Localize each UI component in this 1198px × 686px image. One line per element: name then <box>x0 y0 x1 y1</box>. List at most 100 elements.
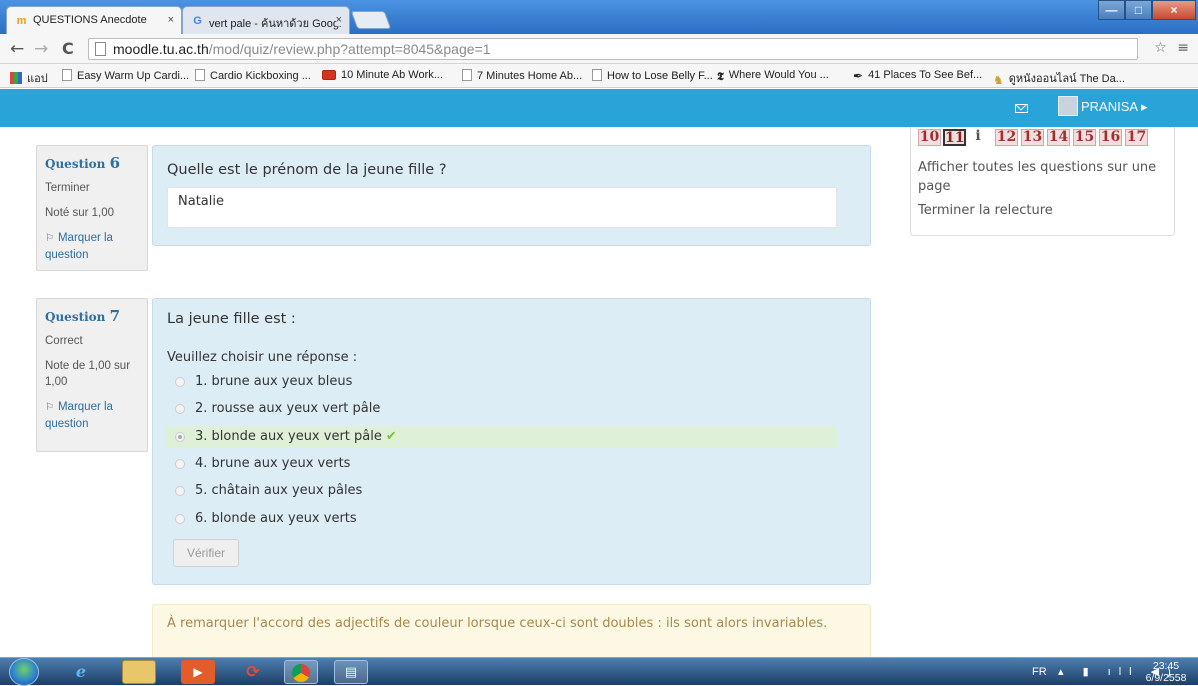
bookmark-item[interactable]: 10 Minute Ab Work... <box>322 69 443 81</box>
question-grade: Note de 1,00 sur 1,00 <box>45 360 131 388</box>
bookmark-item[interactable]: How to Lose Belly F... <box>592 69 713 82</box>
close-tab-icon[interactable]: × <box>335 14 342 26</box>
question-content-7: La jeune fille est : Veuillez choisir un… <box>152 298 871 585</box>
bookmark-item[interactable]: ♞ ดูหนังออนไลน์ The Da... <box>993 69 1125 87</box>
tab-questions-anecdote[interactable]: m QUESTIONS Anecdote × <box>6 6 182 34</box>
media-player-icon[interactable]: ▶ <box>181 660 215 684</box>
bookmark-label: แอป <box>27 73 48 85</box>
quiz-nav-button[interactable]: 16 <box>1099 129 1122 146</box>
answer-option[interactable]: 6. blonde aux yeux verts <box>165 508 837 530</box>
language-indicator[interactable]: FR <box>1032 666 1047 678</box>
bookmark-item[interactable]: Easy Warm Up Cardi... <box>62 69 189 82</box>
bookmark-label: How to Lose Belly F... <box>607 70 713 82</box>
quiz-nav-button[interactable]: 17 <box>1125 129 1148 146</box>
bookmark-item[interactable]: Cardio Kickboxing ... <box>195 69 311 82</box>
swirl-app-icon[interactable]: ⟳ <box>236 660 270 684</box>
close-window-button[interactable]: × <box>1152 0 1196 20</box>
question-label: Question <box>45 310 106 324</box>
remote-desktop-icon[interactable]: ▤ <box>334 660 368 684</box>
quiz-nav-button[interactable]: 12 <box>995 129 1018 146</box>
page-icon <box>95 42 106 56</box>
flag-label: Marquer la question <box>45 232 113 261</box>
quiz-nav-info[interactable]: i <box>971 129 985 146</box>
internet-explorer-icon[interactable]: e <box>64 660 98 684</box>
avatar[interactable] <box>1058 96 1078 116</box>
question-text: Quelle est le prénom de la jeune fille ? <box>167 162 447 178</box>
url-host: moodle.tu.ac.th <box>113 41 209 57</box>
bookmark-label: 7 Minutes Home Ab... <box>477 70 583 82</box>
flag-question-link[interactable]: ⚐ Marquer la question <box>45 399 139 432</box>
minimize-button[interactable]: — <box>1098 0 1125 20</box>
answer-field[interactable]: Natalie <box>167 187 837 228</box>
url-path: /mod/quiz/review.php?attempt=8045&page=1 <box>208 41 491 57</box>
google-icon: G <box>193 15 202 27</box>
question-grade: Noté sur 1,00 <box>45 207 115 219</box>
quiz-nav-button[interactable]: 13 <box>1021 129 1044 146</box>
quiz-nav-button[interactable]: 10 <box>918 129 941 146</box>
finish-review-link[interactable]: Terminer la relecture <box>918 201 1053 220</box>
username: PRANISA <box>1081 99 1138 114</box>
quiz-nav-button[interactable]: 15 <box>1073 129 1096 146</box>
bookmark-label: 41 Places To See Bef... <box>868 69 983 81</box>
chrome-icon[interactable] <box>284 660 318 684</box>
tab-label: vert pale - ค้นหาด้วย Googl <box>209 18 342 30</box>
page-icon <box>462 69 472 81</box>
bookmark-item[interactable]: 7 Minutes Home Ab... <box>462 69 582 82</box>
option-label: 1. brune aux yeux bleus <box>195 374 353 389</box>
radio-button-selected[interactable] <box>175 432 185 442</box>
show-all-questions-link[interactable]: Afficher toutes les questions sur une pa… <box>918 158 1170 196</box>
question-text: La jeune fille est : <box>167 311 296 327</box>
back-arrow-icon[interactable]: ← <box>10 39 24 59</box>
user-menu[interactable]: PRANISA ▸ <box>1081 99 1148 115</box>
choice-prompt: Veuillez choisir une réponse : <box>167 350 358 365</box>
bookmark-apps[interactable]: แอป <box>10 69 48 87</box>
option-label: 6. blonde aux yeux verts <box>195 511 357 526</box>
start-button[interactable] <box>9 658 39 686</box>
quiz-nav-button[interactable]: 14 <box>1047 129 1070 146</box>
radio-button[interactable] <box>175 486 185 496</box>
radio-button[interactable] <box>175 404 185 414</box>
moodle-icon: m <box>16 15 27 27</box>
bookmark-star-icon[interactable]: ☆ ≡ <box>1154 40 1192 56</box>
quiz-nav-button-current[interactable]: 11 <box>943 129 966 146</box>
window-controls: — □ × <box>1098 0 1196 20</box>
bookmark-label: 10 Minute Ab Work... <box>341 69 443 81</box>
tab-label: QUESTIONS Anecdote <box>33 14 147 26</box>
close-tab-icon[interactable]: × <box>168 14 174 26</box>
youtube-icon <box>322 70 336 80</box>
general-feedback: À remarquer l'accord des adjectifs de co… <box>152 604 871 664</box>
maximize-button[interactable]: □ <box>1125 0 1152 20</box>
bookmark-label: Where Would You ... <box>728 69 829 81</box>
answer-option[interactable]: 4. brune aux yeux verts <box>165 453 837 475</box>
bookmark-label: Easy Warm Up Cardi... <box>77 70 190 82</box>
forward-arrow-icon[interactable]: → <box>34 39 48 59</box>
clock[interactable]: 23:45 6/9/2558 <box>1140 660 1192 684</box>
radio-button[interactable] <box>175 377 185 387</box>
radio-button[interactable] <box>175 514 185 524</box>
new-tab-button[interactable] <box>350 11 392 29</box>
question-state: Correct <box>45 335 83 347</box>
bookmark-item[interactable]: 𝕿 Where Would You ... <box>717 69 829 84</box>
url-field[interactable]: moodle.tu.ac.th/mod/quiz/review.php?atte… <box>88 38 1138 60</box>
reload-icon[interactable]: C <box>62 39 74 59</box>
file-explorer-icon[interactable] <box>122 660 156 684</box>
question-content-6: Quelle est le prénom de la jeune fille ?… <box>152 145 871 246</box>
address-toolbar: ← → C moodle.tu.ac.th/mod/quiz/review.ph… <box>0 34 1198 64</box>
answer-option[interactable]: 2. rousse aux yeux vert pâle <box>165 398 837 420</box>
option-label: 5. châtain aux yeux pâles <box>195 483 363 498</box>
flag-icon: ⚐ <box>45 233 54 244</box>
answer-option-correct[interactable]: 3. blonde aux yeux vert pâle ✔ <box>165 426 837 448</box>
question-num: 7 <box>109 307 121 325</box>
radio-button[interactable] <box>175 459 185 469</box>
clock-time: 23:45 <box>1152 660 1180 672</box>
check-button[interactable]: Vérifier <box>173 539 239 567</box>
flag-question-link[interactable]: ⚐ Marquer la question <box>45 230 139 263</box>
question-info-7: Question 7 Correct Note de 1,00 sur 1,00… <box>36 298 148 452</box>
question-number: Question 6 <box>45 154 139 172</box>
answer-option[interactable]: 1. brune aux yeux bleus <box>165 371 837 393</box>
tab-google-search[interactable]: G vert pale - ค้นหาด้วย Googl × <box>182 6 350 34</box>
answer-option[interactable]: 5. châtain aux yeux pâles <box>165 480 837 502</box>
flag-icon: ⚐ <box>45 402 54 413</box>
messages-icon[interactable] <box>1015 104 1028 113</box>
bookmark-item[interactable]: ✒ 41 Places To See Bef... <box>853 69 982 83</box>
